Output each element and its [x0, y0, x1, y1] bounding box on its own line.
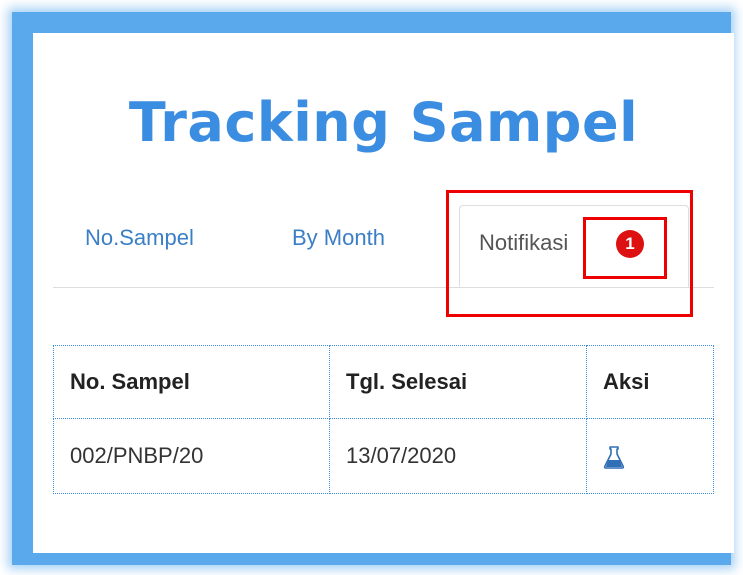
cell-aksi	[586, 418, 714, 494]
table-row: 002/PNBP/20 13/07/2020	[53, 418, 714, 494]
cell-tgl-selesai: 13/07/2020	[329, 418, 587, 494]
column-header-tgl-selesai: Tgl. Selesai	[329, 345, 587, 419]
notification-badge: 1	[616, 230, 644, 258]
tab-no-sampel[interactable]: No.Sampel	[85, 225, 194, 251]
column-header-no-sampel: No. Sampel	[53, 345, 330, 419]
tab-notifikasi-label: Notifikasi	[479, 230, 569, 255]
tab-bar: No.Sampel By Month Notifikasi 1	[53, 203, 714, 288]
tab-notifikasi[interactable]: Notifikasi 1	[459, 205, 689, 287]
column-header-aksi: Aksi	[586, 345, 714, 419]
sample-table: No. Sampel Tgl. Selesai Aksi 002/PNBP/20…	[53, 345, 714, 494]
cell-no-sampel: 002/PNBP/20	[53, 418, 330, 494]
tab-by-month[interactable]: By Month	[292, 225, 385, 251]
flask-icon[interactable]	[603, 445, 625, 469]
table-header-row: No. Sampel Tgl. Selesai Aksi	[53, 345, 714, 419]
tracking-card: Tracking Sampel No.Sampel By Month Notif…	[33, 33, 734, 553]
page-title: Tracking Sampel	[128, 91, 639, 154]
